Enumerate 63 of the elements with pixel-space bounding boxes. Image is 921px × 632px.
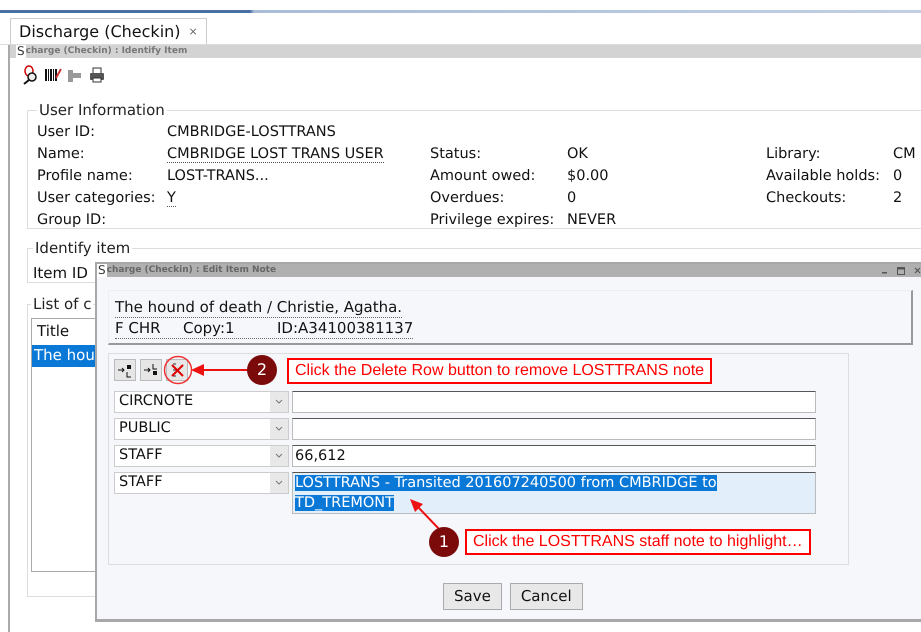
tab[interactable]: Discharge (Checkin) ×: [10, 18, 207, 44]
title-s-box: S: [97, 264, 107, 277]
field-label: User categories:: [37, 188, 157, 208]
section-legend: List of c: [31, 293, 94, 316]
field-label: Name:: [37, 144, 86, 164]
copy-number: Copy:1: [183, 319, 236, 338]
column-header: Title: [37, 321, 70, 342]
note-text-field[interactable]: [292, 391, 816, 413]
tab-label: Discharge (Checkin): [19, 24, 181, 40]
printer-icon: [88, 66, 106, 84]
note-text-field[interactable]: 66,612: [292, 445, 816, 467]
field-value: LOST-TRANS...: [167, 168, 269, 184]
field-link[interactable]: CMBRIDGE LOST TRANS USER: [167, 146, 384, 163]
toolbar-button[interactable]: [140, 359, 162, 381]
toolbar-button[interactable]: [114, 359, 136, 381]
pointer-arrow: [191, 363, 249, 377]
field-label: Item ID: [33, 264, 88, 282]
field-label: Checkouts:: [766, 188, 848, 208]
tab-close-button[interactable]: ×: [188, 26, 198, 37]
chevron-down-icon: [275, 399, 283, 405]
note-type-select[interactable]: CIRCNOTE: [114, 391, 289, 413]
note-type-select[interactable]: STAFF: [114, 472, 289, 494]
field-value: 0: [567, 190, 576, 206]
field-value: OK: [567, 146, 588, 162]
item-id: ID:A34100381137: [277, 319, 414, 338]
callout-text: Click the Delete Row button to remove LOSTTRANS note: [287, 358, 712, 384]
field-label: Amount owed:: [430, 166, 536, 186]
note-text-field[interactable]: [292, 418, 816, 440]
dialog-title: charge (Checkin) : Edit Item Note: [106, 264, 276, 277]
item-title: The hound of death / Christie, Agatha.: [115, 298, 402, 318]
field-label: Status:: [430, 144, 482, 164]
field-value: $0.00: [567, 168, 609, 184]
field-label: Library:: [766, 144, 822, 164]
note-type-select[interactable]: PUBLIC: [114, 418, 289, 440]
field-value: 0: [893, 168, 902, 184]
field-label: Overdues:: [430, 188, 506, 208]
field-label: Privilege expires:: [430, 210, 556, 230]
call-number: F CHR: [115, 319, 162, 338]
field-value: 2: [893, 190, 902, 206]
title-s-box: S: [16, 45, 26, 58]
note-text-area[interactable]: LOSTTRANS - Transited 201607240500 from CMBRIDGE to TD_TREMONT: [292, 472, 816, 514]
section-legend: User Information: [37, 99, 167, 122]
field-value: NEVER: [567, 212, 616, 228]
chevron-down-icon: [275, 426, 283, 432]
chevron-down-icon: [275, 480, 283, 486]
chevron-down-icon: [275, 453, 283, 459]
field-label: Profile name:: [37, 166, 134, 186]
field-value: CM: [893, 146, 916, 162]
panel-title: charge (Checkin) : Identify Item: [26, 44, 188, 58]
dialog-button[interactable]: Save: [443, 583, 502, 610]
field-label: Group ID:: [37, 210, 108, 230]
note-type-select[interactable]: STAFF: [114, 445, 289, 467]
barcode-icon: [44, 66, 62, 84]
field-label: User ID:: [37, 122, 96, 142]
section-legend: Identify item: [33, 237, 132, 260]
dialog-button[interactable]: Cancel: [510, 583, 583, 610]
callout-text: Click the LOSTTRANS staff note to highlight…: [465, 529, 811, 555]
field-value: CMBRIDGE-LOSTTRANS: [167, 124, 336, 140]
field-link[interactable]: Y: [167, 190, 176, 207]
close-icon: [914, 267, 921, 274]
highlight-circle: [163, 355, 193, 385]
maximize-icon: [897, 266, 905, 274]
field-label: Available holds:: [766, 166, 881, 186]
